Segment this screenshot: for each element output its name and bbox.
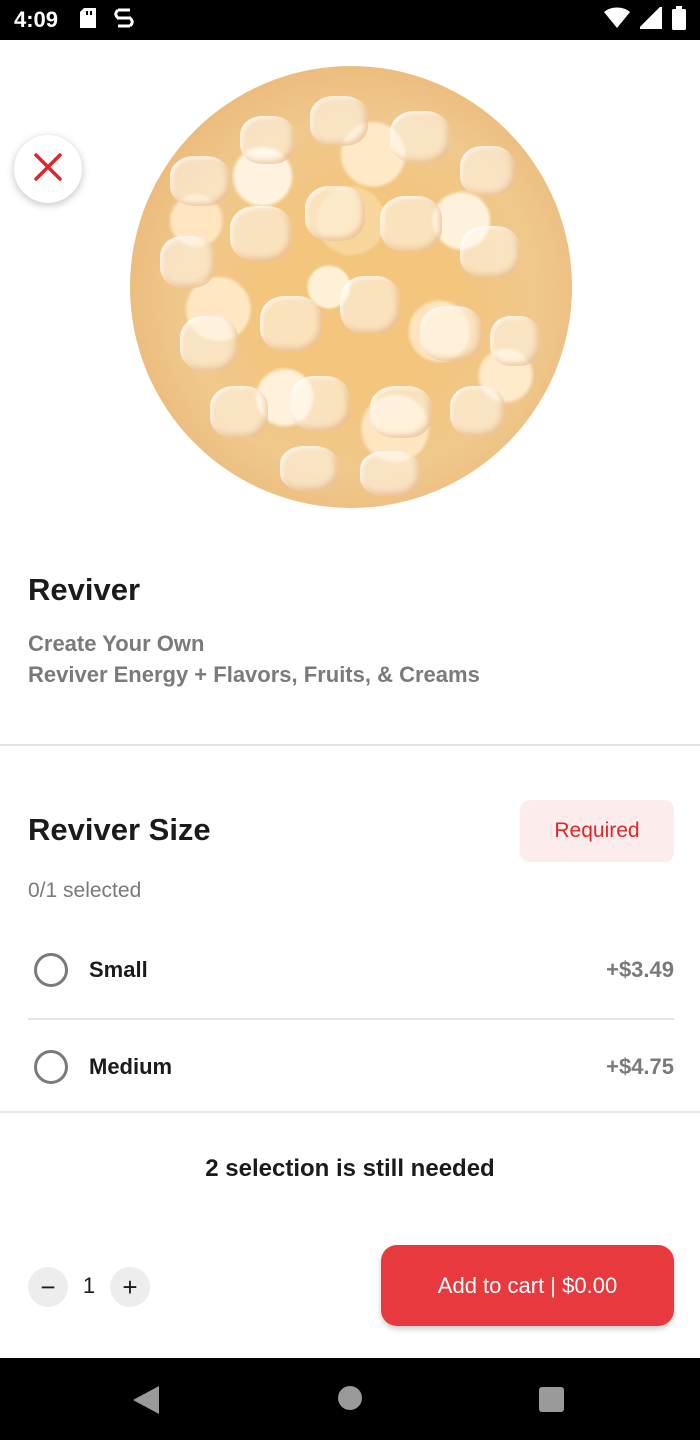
plus-icon: +: [122, 1271, 138, 1302]
product-subtitle-line2: Reviver Energy + Flavors, Fruits, & Crea…: [28, 662, 480, 687]
selected-count: 0/1 selected: [28, 879, 142, 902]
radio-button[interactable]: [34, 953, 68, 987]
drink-image: [110, 46, 592, 520]
section-divider: [0, 744, 700, 746]
size-option-price: +$3.49: [606, 957, 674, 982]
selections-needed-text: 2 selection is still needed: [205, 1155, 495, 1182]
add-to-cart-button[interactable]: Add to cart | $0.00: [381, 1245, 674, 1326]
home-icon[interactable]: [338, 1386, 362, 1410]
system-nav-bar: [0, 1358, 700, 1440]
size-option-label: Medium: [89, 1054, 173, 1079]
radio-button[interactable]: [34, 1050, 68, 1084]
quantity-value: 1: [82, 1273, 96, 1298]
option-divider: [28, 1018, 674, 1020]
cell-signal-icon: [636, 2, 664, 34]
status-time: 4:09: [14, 7, 59, 32]
battery-icon: [672, 5, 686, 35]
minus-icon: −: [40, 1271, 56, 1302]
required-badge: Required: [520, 800, 674, 862]
decrement-button[interactable]: −: [28, 1267, 68, 1307]
wifi-icon: [604, 7, 630, 34]
close-icon: [32, 151, 64, 188]
size-option-price: +$4.75: [606, 1054, 674, 1079]
cart-footer: 2 selection is still needed − 1 + Add to…: [0, 1111, 700, 1358]
increment-button[interactable]: +: [110, 1267, 150, 1307]
product-subtitle-line1: Create Your Own: [28, 631, 205, 656]
size-option-small[interactable]: Small +$3.49: [28, 935, 674, 1005]
status-bar: 4:09: [0, 0, 700, 40]
recent-apps-icon[interactable]: [539, 1387, 564, 1412]
sd-card-icon: [80, 7, 98, 33]
product-image-area: [0, 40, 700, 520]
size-option-label: Small: [89, 957, 148, 982]
app-notification-icon: [114, 7, 134, 34]
product-title: Reviver: [28, 572, 141, 607]
size-section-title: Reviver Size: [28, 812, 211, 847]
close-button[interactable]: [14, 135, 82, 203]
size-option-medium[interactable]: Medium +$4.75: [28, 1032, 674, 1102]
product-subtitle: Create Your Own Reviver Energy + Flavors…: [28, 628, 480, 690]
back-icon[interactable]: [133, 1386, 159, 1419]
